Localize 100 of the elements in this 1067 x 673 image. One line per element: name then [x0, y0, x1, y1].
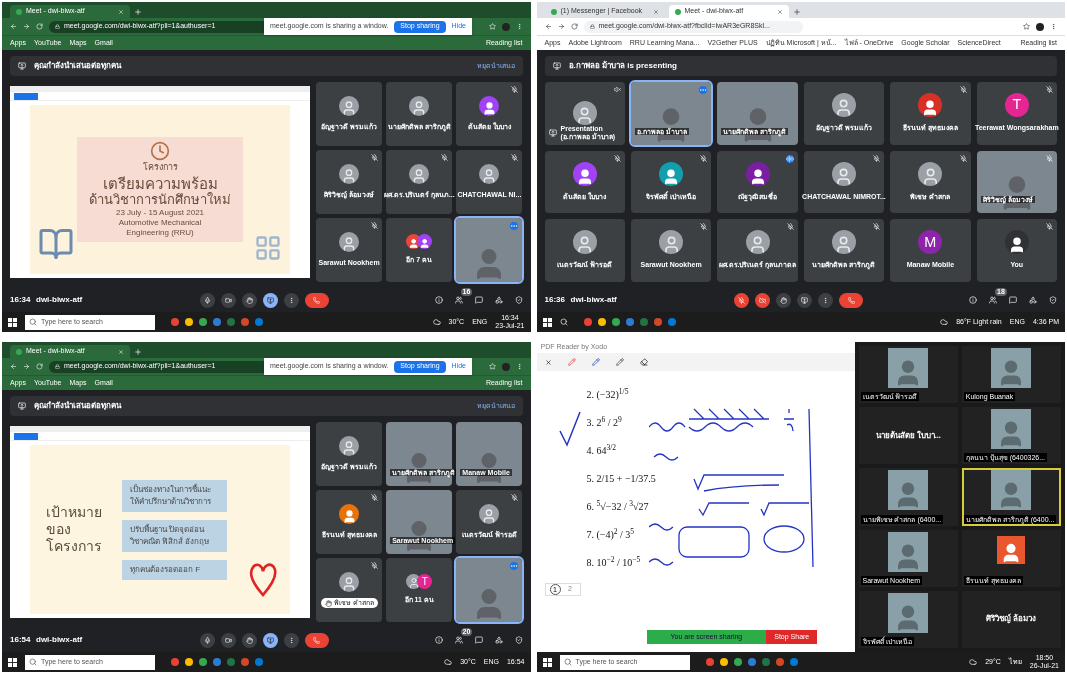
banner-text: อ.กาพลอ ม้าบาล is presenting: [568, 60, 677, 72]
windows-icon[interactable]: [542, 317, 552, 327]
info-icon[interactable]: [969, 296, 977, 304]
leave-call-button[interactable]: [839, 292, 864, 308]
lock-icon: [55, 24, 60, 29]
heart-drawing: [248, 562, 278, 598]
people-icon[interactable]: [454, 636, 463, 644]
meeting-code: dwi-biwx-atf: [36, 294, 84, 306]
host-controls-icon[interactable]: [514, 636, 523, 644]
camera-button[interactable]: [220, 632, 236, 648]
profile-avatar[interactable]: [1036, 22, 1044, 31]
activities-icon[interactable]: [494, 296, 503, 304]
toolbar-button[interactable]: [14, 92, 38, 100]
hand-icon: [245, 636, 253, 644]
search-icon[interactable]: [559, 318, 568, 326]
more-options-icon[interactable]: [510, 562, 519, 570]
letter-avatar: T: [417, 574, 433, 590]
meeting-time: 16:36: [544, 294, 566, 306]
math-problem: 2. (−32)$^{1/5}$: [586, 387, 630, 402]
meeting-time: 16:34: [10, 294, 32, 306]
new-tab-icon[interactable]: [134, 348, 142, 356]
more-options-button[interactable]: [818, 292, 834, 308]
slide-heading: เตรียมความพร้อม: [102, 174, 218, 192]
weather-icon: [444, 658, 453, 666]
raise-hand-button[interactable]: [241, 632, 257, 648]
check-mark-icon: [558, 411, 581, 447]
more-options-icon[interactable]: [510, 222, 519, 230]
mic-off-icon: [738, 296, 746, 304]
pen-tool-icon[interactable]: [591, 358, 600, 366]
info-icon[interactable]: [434, 296, 443, 304]
lock-icon: [55, 364, 60, 369]
slide-heading: เป้าหมาย: [46, 504, 102, 521]
info-icon[interactable]: [434, 636, 443, 644]
screen-share-icon: [266, 636, 274, 644]
camera-button[interactable]: [220, 292, 236, 308]
activities-icon[interactable]: [494, 636, 503, 644]
phone-icon: [313, 296, 321, 304]
slide-text-box: ทุกคนต้องรอดออก F: [122, 559, 227, 580]
camera-button[interactable]: [755, 292, 771, 308]
people-icon[interactable]: [454, 296, 463, 304]
forward-icon[interactable]: [23, 363, 30, 370]
raise-hand-button[interactable]: [241, 292, 257, 308]
pen-tool-icon[interactable]: [615, 358, 624, 366]
close-icon[interactable]: [544, 358, 552, 366]
presentation-icon: [18, 402, 26, 410]
tab-favicon: [550, 8, 557, 15]
clock-icon: [150, 141, 170, 162]
microphone-button[interactable]: [199, 632, 215, 648]
participant-name: นายต้นสัตย ใบบา...: [875, 429, 941, 442]
back-icon[interactable]: [10, 363, 17, 370]
chat-icon[interactable]: [1009, 296, 1017, 304]
meeting-time: 16:54: [10, 634, 32, 646]
meeting-code: dwi-biwx-atf: [36, 634, 84, 646]
back-icon[interactable]: [544, 23, 552, 30]
microphone-button[interactable]: [734, 292, 750, 308]
eraser-icon[interactable]: [639, 358, 648, 366]
toolbar-button[interactable]: [14, 432, 38, 440]
microphone-icon: [203, 636, 211, 644]
activities-icon[interactable]: [1029, 296, 1037, 304]
slide-heading: ของ: [46, 521, 72, 538]
reload-icon[interactable]: [570, 23, 578, 30]
hand-icon: [780, 296, 788, 304]
forward-icon[interactable]: [557, 23, 565, 30]
participant-name: ศิริวิชญ์ ล้อมวง: [986, 613, 1037, 626]
chat-icon[interactable]: [474, 296, 483, 304]
close-icon[interactable]: [652, 8, 659, 15]
windows-icon[interactable]: [8, 317, 17, 327]
raise-hand-button[interactable]: [776, 292, 792, 308]
math-problem: 8. 10$^{−2}$ / 10$^{−5}$: [586, 555, 642, 570]
present-button[interactable]: [797, 292, 813, 308]
more-options-button[interactable]: [283, 292, 299, 308]
windows-icon[interactable]: [8, 657, 17, 667]
more-options-icon[interactable]: [699, 86, 708, 94]
phone-icon: [313, 636, 321, 644]
letter-avatar: M: [918, 230, 943, 255]
close-icon[interactable]: [776, 8, 783, 15]
leave-call-button[interactable]: [304, 632, 329, 648]
search-icon: [29, 658, 37, 666]
leave-call-button[interactable]: [304, 292, 329, 308]
weather-icon: [940, 318, 949, 326]
bookmark-star-icon[interactable]: [1023, 23, 1030, 30]
host-controls-icon[interactable]: [1049, 296, 1057, 304]
present-button[interactable]: [262, 632, 278, 648]
new-tab-icon[interactable]: [792, 8, 801, 16]
microphone-button[interactable]: [199, 292, 215, 308]
back-icon[interactable]: [10, 23, 17, 30]
forward-icon[interactable]: [23, 23, 30, 30]
people-icon[interactable]: [989, 296, 997, 304]
host-controls-icon[interactable]: [514, 296, 523, 304]
screen-share-icon: [801, 296, 809, 304]
microphone-icon: [203, 296, 211, 304]
person-silhouette-icon: [341, 508, 357, 524]
slide-heading: ด้านวิชาการนักศึกษาใหม่: [89, 191, 231, 208]
more-options-button[interactable]: [283, 632, 299, 648]
chat-icon[interactable]: [474, 636, 483, 644]
weather-icon: [432, 318, 441, 326]
new-tab-icon[interactable]: [134, 8, 142, 16]
present-button[interactable]: [262, 292, 278, 308]
banner-text: คุณกำลังนำเสนอต่อทุกคน: [34, 400, 121, 412]
windows-icon[interactable]: [542, 657, 552, 667]
